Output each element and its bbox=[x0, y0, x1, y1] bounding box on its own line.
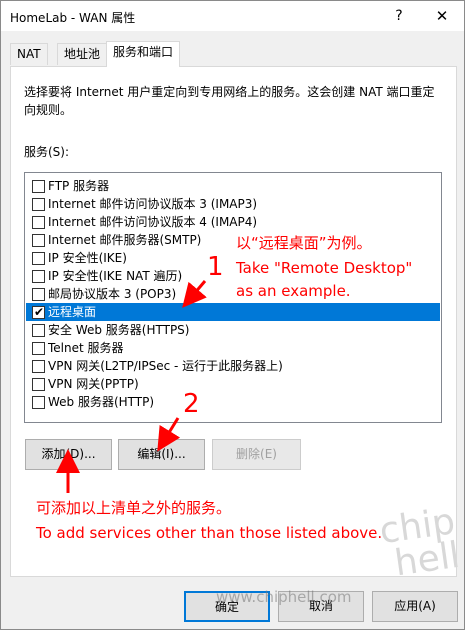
arrow-to-edit-button bbox=[157, 417, 181, 452]
arrow-to-remote-desktop bbox=[182, 280, 207, 308]
chiphell-logo-watermark: chip hell bbox=[376, 501, 462, 585]
watermark-url: www.chiphell.com bbox=[216, 588, 352, 606]
